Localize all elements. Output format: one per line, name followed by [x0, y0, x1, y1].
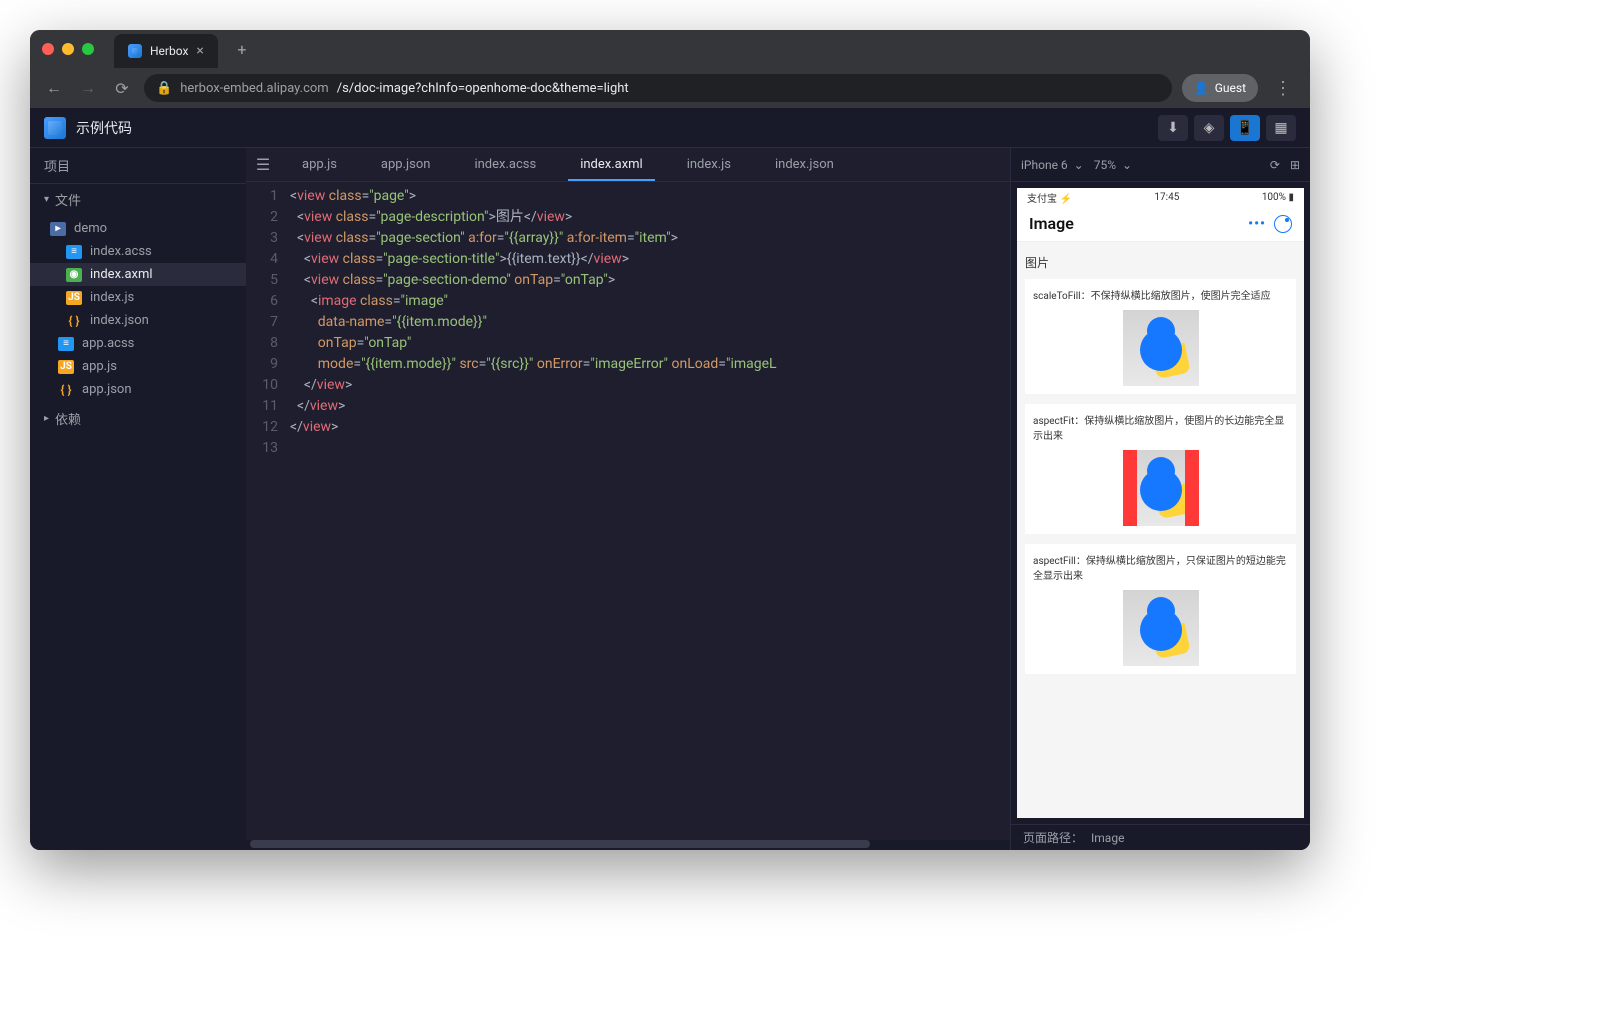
file-index-json[interactable]: { }index.json	[30, 309, 246, 332]
file-index-js[interactable]: JSindex.js	[30, 286, 246, 309]
page-description: 图片	[1025, 250, 1296, 279]
grid-view-button[interactable]: ▦	[1266, 115, 1296, 141]
preview-toolbar: iPhone 6⌄ 75%⌄ ⟳ ⊞	[1011, 148, 1310, 182]
tab-index-acss[interactable]: index.acss	[452, 148, 558, 181]
file-tree: ▸demo ≡index.acss ◉index.axml JSindex.js…	[30, 215, 246, 403]
new-tab-button[interactable]: +	[228, 35, 256, 63]
app-title-area: 示例代码	[44, 117, 132, 139]
js-icon: JS	[66, 291, 82, 305]
preview-layout-button[interactable]: ⊞	[1290, 158, 1300, 172]
tab-app-json[interactable]: app.json	[359, 148, 453, 181]
browser-tab-bar: Herbox × +	[114, 30, 256, 68]
acss-icon: ≡	[58, 337, 74, 351]
phone-status-bar: 支付宝 ⚡ 17:45 100% ▮	[1017, 188, 1304, 206]
back-button[interactable]: ←	[42, 78, 66, 98]
acss-icon: ≡	[66, 245, 82, 259]
demo-image-aspectfill[interactable]	[1123, 590, 1199, 666]
titlebar: Herbox × +	[30, 30, 1310, 68]
editor-panel: ☰ app.js app.json index.acss index.axml …	[246, 148, 1010, 850]
url-path: /s/doc-image?chInfo=openhome-doc&theme=l…	[337, 81, 629, 96]
window-controls	[42, 43, 94, 55]
browser-tab-herbox[interactable]: Herbox ×	[114, 34, 218, 68]
json-icon: { }	[58, 383, 74, 397]
sidebar-project-label: 项目	[30, 148, 246, 184]
code-editor[interactable]: 1<view class="page"> 2 <view class="page…	[246, 182, 1010, 840]
app-window: Herbox × + ← → ⟳ 🔒 herbox-embed.alipay.c…	[30, 30, 1310, 850]
app-title: 示例代码	[76, 118, 132, 138]
refresh-preview-button[interactable]: ⟳	[1270, 158, 1280, 172]
device-selector[interactable]: iPhone 6⌄	[1021, 158, 1084, 172]
reload-button[interactable]: ⟳	[110, 79, 134, 98]
zoom-selector[interactable]: 75%⌄	[1094, 158, 1132, 172]
app-logo-icon	[44, 117, 66, 139]
sidebar-files-section[interactable]: 文件	[30, 184, 246, 215]
status-carrier: 支付宝 ⚡	[1027, 190, 1072, 205]
footer-value: Image	[1091, 831, 1124, 845]
footer-label: 页面路径：	[1023, 829, 1083, 846]
section-scaletofill: scaleToFill：不保持纵横比缩放图片，使图片完全适应	[1025, 279, 1296, 394]
section-aspectfit: aspectFit：保持纵横比缩放图片，使图片的长边能完全显示出来	[1025, 404, 1296, 534]
app-header: 示例代码 ⬇ ◈ 📱 ▦	[30, 108, 1310, 148]
section-title: aspectFill：保持纵横比缩放图片，只保证图片的短边能完全显示出来	[1033, 552, 1288, 582]
qrcode-button[interactable]: ◈	[1194, 115, 1224, 141]
sidebar-deps-section[interactable]: 依赖	[30, 403, 246, 434]
preview-frame: 支付宝 ⚡ 17:45 100% ▮ Image ••• 图片 scaleToF…	[1017, 188, 1304, 818]
chevron-down-icon: ⌄	[1074, 158, 1084, 172]
maximize-window-button[interactable]	[82, 43, 94, 55]
page-title: Image	[1029, 214, 1074, 233]
url-host: herbox-embed.alipay.com	[180, 81, 329, 96]
editor-tab-row: ☰ app.js app.json index.acss index.axml …	[246, 148, 1010, 182]
tab-index-js[interactable]: index.js	[665, 148, 753, 181]
js-icon: JS	[58, 360, 74, 374]
status-battery: 100% ▮	[1262, 192, 1294, 203]
download-button[interactable]: ⬇	[1158, 115, 1188, 141]
section-title: scaleToFill：不保持纵横比缩放图片，使图片完全适应	[1033, 287, 1288, 302]
person-icon: 👤	[1194, 81, 1209, 95]
phone-nav-bar: Image •••	[1017, 206, 1304, 242]
browser-menu-button[interactable]: ⋮	[1268, 78, 1298, 99]
guest-label: Guest	[1215, 81, 1246, 95]
lock-icon: 🔒	[156, 81, 172, 96]
tab-app-js[interactable]: app.js	[280, 148, 359, 181]
preview-page-body[interactable]: 图片 scaleToFill：不保持纵横比缩放图片，使图片完全适应 aspect…	[1017, 242, 1304, 818]
editor-hscrollbar[interactable]	[246, 840, 1010, 850]
section-title: aspectFit：保持纵横比缩放图片，使图片的长边能完全显示出来	[1033, 412, 1288, 442]
file-app-js[interactable]: JSapp.js	[30, 355, 246, 378]
section-aspectfill: aspectFill：保持纵横比缩放图片，只保证图片的短边能完全显示出来	[1025, 544, 1296, 674]
demo-image-scaletofill[interactable]	[1123, 310, 1199, 386]
browser-tab-title: Herbox	[150, 44, 188, 58]
close-page-icon[interactable]	[1274, 215, 1292, 233]
axml-icon: ◉	[66, 268, 82, 282]
folder-demo[interactable]: ▸demo	[30, 217, 246, 240]
tab-index-json[interactable]: index.json	[753, 148, 856, 181]
file-app-json[interactable]: { }app.json	[30, 378, 246, 401]
minimize-window-button[interactable]	[62, 43, 74, 55]
file-index-acss[interactable]: ≡index.acss	[30, 240, 246, 263]
close-window-button[interactable]	[42, 43, 54, 55]
url-input[interactable]: 🔒 herbox-embed.alipay.com/s/doc-image?ch…	[144, 74, 1172, 102]
editor-menu-button[interactable]: ☰	[246, 148, 280, 181]
file-index-axml[interactable]: ◉index.axml	[30, 263, 246, 286]
file-app-acss[interactable]: ≡app.acss	[30, 332, 246, 355]
mobile-preview-button[interactable]: 📱	[1230, 115, 1260, 141]
close-tab-icon[interactable]: ×	[196, 43, 203, 59]
demo-image-aspectfit[interactable]	[1123, 450, 1199, 526]
tab-index-axml[interactable]: index.axml	[558, 148, 665, 181]
app-body: 项目 文件 ▸demo ≡index.acss ◉index.axml JSin…	[30, 148, 1310, 850]
status-time: 17:45	[1154, 192, 1179, 203]
herbox-favicon	[128, 44, 142, 58]
folder-icon: ▸	[50, 222, 66, 236]
sidebar: 项目 文件 ▸demo ≡index.acss ◉index.axml JSin…	[30, 148, 246, 850]
json-icon: { }	[66, 314, 82, 328]
chevron-down-icon: ⌄	[1122, 158, 1132, 172]
more-icon[interactable]: •••	[1248, 216, 1266, 232]
forward-button[interactable]: →	[76, 78, 100, 98]
preview-footer: 页面路径： Image	[1011, 824, 1310, 850]
profile-button[interactable]: 👤 Guest	[1182, 74, 1258, 102]
address-bar: ← → ⟳ 🔒 herbox-embed.alipay.com/s/doc-im…	[30, 68, 1310, 108]
app-actions: ⬇ ◈ 📱 ▦	[1158, 115, 1296, 141]
preview-panel: iPhone 6⌄ 75%⌄ ⟳ ⊞ 支付宝 ⚡ 17:45 100% ▮ Im…	[1010, 148, 1310, 850]
